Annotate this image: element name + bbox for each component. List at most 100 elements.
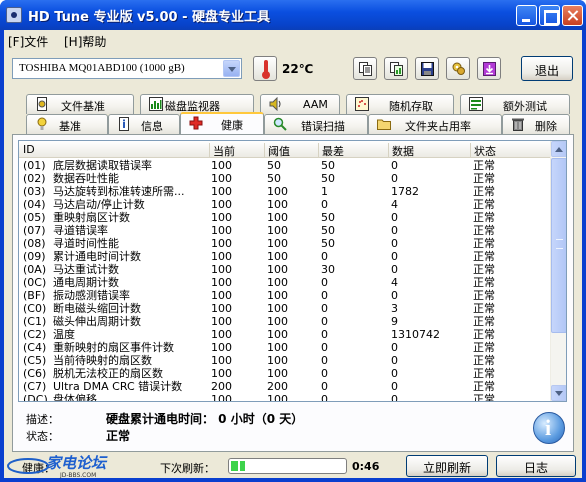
row-threshold: 50 [267,159,281,172]
row-status: 正常 [473,341,495,354]
drive-select-value: TOSHIBA MQ01ABD100 (1000 gB) [19,62,185,74]
save-button[interactable] [415,57,439,80]
menu-file[interactable]: [F]文件 [8,33,48,50]
tab-health[interactable]: 健康 [180,112,264,134]
row-worst: 0 [321,393,328,402]
row-status: 正常 [473,302,495,315]
copy-text-button[interactable] [353,57,377,80]
vertical-scrollbar[interactable] [550,141,566,401]
table-row[interactable]: (05) 重映射扇区计数 100 100 50 0 正常 [19,211,551,224]
column-header-current[interactable]: 当前 [209,143,264,158]
column-header-data[interactable]: 数据 [388,143,470,158]
table-row[interactable]: (C5) 当前待映射的扇区数 100 100 0 0 正常 [19,354,551,367]
close-button[interactable] [562,5,583,26]
table-row[interactable]: (03) 马达旋转到标准转速所需... 100 100 1 1782 正常 [19,185,551,198]
tab-folder-usage[interactable]: 文件夹占用率 [368,114,502,134]
minimize-button[interactable] [516,5,537,26]
refresh-progress-fill [231,461,245,471]
table-row[interactable]: (C7) Ultra DMA CRC 错误计数 200 200 0 0 正常 [19,380,551,393]
row-status: 正常 [473,172,495,185]
table-row[interactable]: (07) 寻道错误率 100 100 50 0 正常 [19,224,551,237]
table-row[interactable]: (02) 数据吞吐性能 100 50 50 0 正常 [19,172,551,185]
download-button[interactable] [477,57,501,80]
table-header: ID 当前 阈值 最差 数据 状态 [19,141,551,158]
row-threshold: 100 [267,224,288,237]
row-attribute-name: 重新映射的扇区事件计数 [53,341,174,354]
row-id: (0A) [23,263,47,276]
scroll-up-arrow-icon[interactable] [551,141,566,157]
row-worst: 50 [321,172,335,185]
row-current: 100 [211,224,232,237]
table-row[interactable]: (08) 寻道时间性能 100 100 50 0 正常 [19,237,551,250]
table-row[interactable]: (04) 马达启动/停止计数 100 100 0 4 正常 [19,198,551,211]
table-row[interactable]: (0C) 通电周期计数 100 100 0 4 正常 [19,276,551,289]
info-icon[interactable] [533,412,565,444]
row-worst: 1 [321,185,328,198]
tab-error-scan[interactable]: 错误扫描 [264,114,368,134]
scrollbar-thumb[interactable] [551,158,566,333]
row-data: 0 [391,263,398,276]
menu-help[interactable]: [H]帮助 [64,33,106,50]
table-row[interactable]: (BF) 振动感测错误率 100 100 0 0 正常 [19,289,551,302]
scroll-down-arrow-icon[interactable] [551,385,566,401]
row-data: 3 [391,302,398,315]
row-threshold: 100 [267,289,288,302]
table-row[interactable]: (C0) 断电磁头缩回计数 100 100 0 3 正常 [19,302,551,315]
table-row[interactable]: (01) 底层数据读取错误率 100 50 50 0 正常 [19,159,551,172]
log-button[interactable]: 日志 [496,455,576,477]
row-id: (C0) [23,302,47,315]
tab-delete[interactable]: 删除 [502,114,570,134]
row-status: 正常 [473,367,495,380]
tab-aam[interactable]: AAM [260,94,340,114]
column-header-id[interactable]: ID [19,143,35,157]
tab-extra-tests[interactable]: 额外测试 [460,94,570,114]
row-id: (05) [23,211,46,224]
refresh-now-button[interactable]: 立即刷新 [406,455,488,477]
benchmark-icon [37,117,47,130]
logo-url: JD-BBS.COM [59,472,96,479]
smart-table[interactable]: ID 当前 阈值 最差 数据 状态 (01) 底层数据读取错误率 100 50 50 0 正… [18,140,567,402]
tab-disk-monitor[interactable]: 磁盘监视器 [140,94,254,114]
table-row[interactable]: (C4) 重新映射的扇区事件计数 100 100 0 0 正常 [19,341,551,354]
row-threshold: 200 [267,380,288,393]
tab-random-access[interactable]: 随机存取 [346,94,454,114]
row-attribute-name: 断电磁头缩回计数 [53,302,141,315]
column-header-status[interactable]: 状态 [470,143,551,158]
status-bar: 健康： 家电论坛 JD-BBS.COM 下次刷新： 0:46 立即刷新 日志 [4,454,582,479]
row-attribute-name: 通电周期计数 [53,276,119,289]
maximize-button[interactable] [539,5,560,26]
row-worst: 0 [321,198,328,211]
row-current: 100 [211,302,232,315]
column-header-threshold[interactable]: 阈值 [264,143,318,158]
row-data: 0 [391,341,398,354]
row-worst: 50 [321,211,335,224]
row-data: 0 [391,159,398,172]
table-row[interactable]: (C1) 磁头伸出周期计数 100 100 0 9 正常 [19,315,551,328]
row-data: 0 [391,289,398,302]
app-disk-icon [6,7,22,23]
table-row[interactable]: (0A) 马达重试计数 100 100 30 0 正常 [19,263,551,276]
table-row[interactable]: (C6) 脱机无法校正的扇区数 100 100 0 0 正常 [19,367,551,380]
exit-button[interactable]: 退出 [521,56,573,81]
row-id: (01) [23,159,46,172]
magnifier-icon [273,117,287,131]
description-value: 硬盘累计通电时间： 0 小时（0 天） [106,412,304,426]
title-bar[interactable]: HD Tune 专业版 v5.00 - 硬盘专业工具 [0,0,586,30]
table-row[interactable]: (09) 累计通电时间计数 100 100 0 0 正常 [19,250,551,263]
drive-select[interactable]: TOSHIBA MQ01ABD100 (1000 gB) [12,58,242,79]
copy-image-button[interactable] [384,57,408,80]
row-id: (09) [23,250,46,263]
column-header-worst[interactable]: 最差 [318,143,388,158]
table-row[interactable]: (C2) 温度 100 100 0 1310742 正常 [19,328,551,341]
chevron-down-icon[interactable] [223,60,240,77]
options-button[interactable] [446,57,470,80]
row-data: 0 [391,237,398,250]
tab-benchmark[interactable]: 基准 [26,114,108,134]
tab-file-benchmark[interactable]: 文件基准 [26,94,134,114]
row-worst: 30 [321,263,335,276]
tab-info[interactable]: 信息 [108,114,180,134]
table-row[interactable]: (DC) 盘体偏移 100 100 0 0 正常 [19,393,551,402]
row-attribute-name: 寻道错误率 [53,224,108,237]
row-status: 正常 [473,159,495,172]
download-icon [483,62,496,76]
